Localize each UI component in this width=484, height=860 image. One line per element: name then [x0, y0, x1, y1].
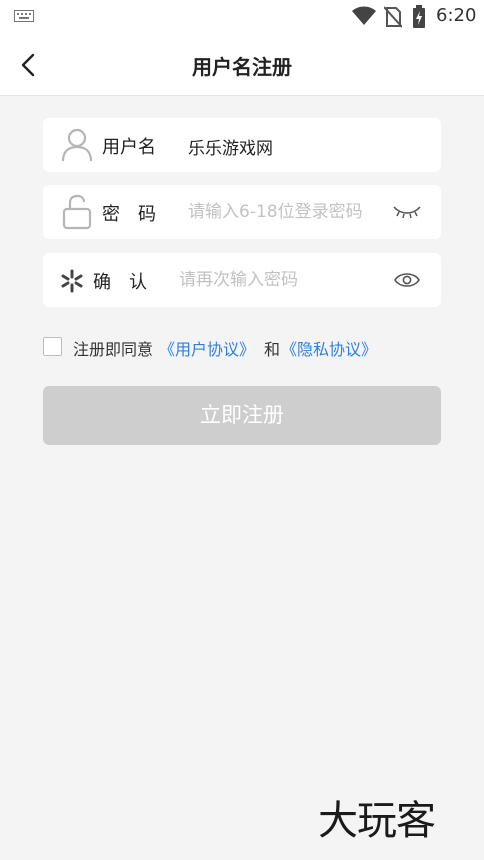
user-agreement-link[interactable]: 《用户协议》 [159, 336, 255, 360]
wifi-icon [352, 6, 376, 25]
username-label: 用户名 [102, 137, 156, 158]
password-row: 密 码 [43, 185, 441, 239]
page-title: 用户名注册 [192, 55, 292, 79]
status-time: 6:20 [436, 5, 477, 26]
confirm-password-input[interactable] [179, 266, 389, 294]
agreement-prefix: 注册即同意 [73, 340, 154, 359]
watermark-logo: 大玩客 [318, 798, 436, 844]
username-row: 用户名 乐乐游戏网 [43, 118, 441, 172]
agree-checkbox[interactable] [43, 337, 62, 356]
eye-icon[interactable] [394, 270, 420, 290]
user-icon [61, 128, 93, 162]
status-bar: 6:20 [0, 0, 484, 34]
confirm-label: 确 认 [93, 272, 147, 293]
eye-closed-icon[interactable] [393, 204, 421, 220]
confirm-row: 确 认 [43, 253, 441, 307]
username-value[interactable]: 乐乐游戏网 [188, 134, 273, 159]
register-button[interactable]: 立即注册 [43, 386, 441, 445]
lock-icon [62, 194, 92, 230]
privacy-agreement-link[interactable]: 《隐私协议》 [281, 336, 377, 360]
battery-icon [413, 5, 425, 28]
agreement-row: 注册即同意 《用户协议》 和 《隐私协议》 [43, 335, 441, 359]
agreement-and: 和 [264, 340, 281, 359]
asterisk-icon [61, 269, 83, 293]
no-sim-icon [384, 6, 402, 28]
keyboard-icon [14, 10, 34, 22]
password-input[interactable] [188, 198, 398, 226]
nav-bar: 用户名注册 [0, 34, 484, 96]
password-label: 密 码 [102, 204, 156, 225]
